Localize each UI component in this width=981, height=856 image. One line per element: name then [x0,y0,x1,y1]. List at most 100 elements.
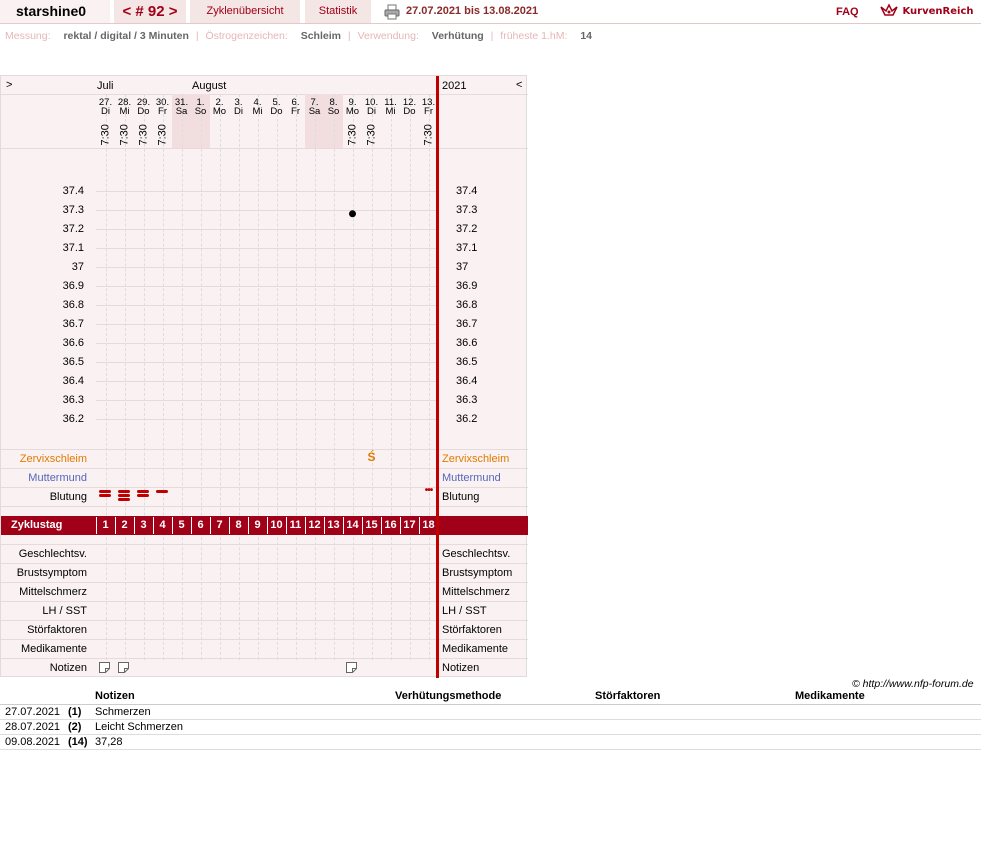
bleeding-bar [99,494,111,497]
temp-label-left: 37.1 [62,242,84,254]
nav-next-button[interactable]: < [516,79,522,91]
day-column-line [181,94,183,660]
faq-link[interactable]: FAQ [836,4,859,20]
note-icon[interactable] [99,662,110,673]
weekday-label: So [194,106,207,117]
weekday-label: Di [367,106,376,117]
day-column-line [238,94,240,660]
printer-icon[interactable] [384,4,400,20]
temp-label-right: 36.5 [456,356,478,368]
zyklustag-separator [172,517,173,534]
bleeding-bar [118,498,130,501]
lower-row-label-right: Störfaktoren [442,624,502,636]
lower-row-sep [1,601,528,602]
zyklustag-number: 8 [235,519,242,531]
temp-label-right: 36.7 [456,318,478,330]
measure-time: 7:30 [99,124,112,146]
temp-label-right: 37.4 [456,185,478,197]
tab-statistik[interactable]: Statistik [305,0,371,23]
messung-value: rektal / digital / 3 Minuten [63,30,189,42]
lower-row-sep [1,563,528,564]
weekday-label: So [327,106,340,117]
weekday-label: Sa [175,106,188,117]
weekday-label: Fr [291,106,300,117]
temp-label-left: 36.9 [62,280,84,292]
zyklustag-separator [210,517,211,534]
temp-label-left: 36.3 [62,394,84,406]
cycle-navigator[interactable]: < # 92 > [114,0,186,23]
day-column-line [352,94,354,660]
temp-gridline [96,305,438,306]
day-column-line [276,94,278,660]
temp-label-left: 36.8 [62,299,84,311]
zyklustag-separator [400,517,401,534]
blutung-label-right: Blutung [442,491,480,503]
nav-prev-button[interactable]: > [6,79,12,91]
oestrogen-value: Schleim [300,30,341,42]
messung-label: Messung: [5,30,51,42]
zervix-label-right: Zervixschleim [442,453,510,465]
zyklustag-separator [381,517,382,534]
temp-label-right: 37.3 [456,204,478,216]
temp-gridline [96,343,438,344]
day-column-line [371,94,373,660]
note-icon[interactable] [346,662,357,673]
weekday-label: Mi [385,106,396,117]
zyklustag-number: 5 [178,519,185,531]
notes-row: 27.07.2021 (1) Schmerzen [0,705,981,720]
zyklustag-number: 15 [365,519,378,531]
lower-row-sep [1,620,528,621]
bleeding-bar [137,490,149,493]
tab-zyklenuebersicht[interactable]: Zyklenübersicht [190,0,300,23]
measure-time: 7:30 [137,124,150,146]
temp-label-left: 37 [71,261,84,273]
zyklustag-separator [134,517,135,534]
temp-label-right: 37.1 [456,242,478,254]
weekday-label: Mo [345,106,360,117]
temp-label-left: 37.4 [62,185,84,197]
today-line [436,76,439,678]
zyklustag-label: Zyklustag [11,519,63,531]
lower-row-label: Mittelschmerz [19,586,87,598]
zyklustag-number: 9 [254,519,261,531]
measure-time: 7:30 [118,124,131,146]
verwendung-label: Verwendung: [357,30,419,42]
temp-gridline [96,362,438,363]
day-column-line [105,94,107,660]
temp-label-left: 36.7 [62,318,84,330]
zyklustag-separator [96,517,97,534]
bleeding-bar [156,490,168,493]
day-column-line [162,94,164,660]
measure-time: 7:30 [422,124,435,146]
weekday-label: Sa [308,106,321,117]
zyklustag-number: 11 [289,519,302,531]
weekday-label: Di [234,106,243,117]
temp-gridline [96,210,438,211]
lower-row-label-right: Medikamente [442,643,509,655]
weekday-label: Do [137,106,150,117]
blutung-label: Blutung [49,491,87,503]
logo[interactable]: KurvenReich [879,0,974,23]
day-column-line [333,94,335,660]
temp-gridline [96,248,438,249]
temp-label-right: 37 [456,261,469,273]
note-icon[interactable] [118,662,129,673]
lower-row-label: Brustsymptom [16,567,87,579]
month-august: August [192,80,227,92]
fhm-value: 14 [580,30,593,42]
zyklustag-number: 13 [327,519,340,531]
temp-gridline [96,191,438,192]
weekday-label: Do [403,106,416,117]
temp-label-right: 36.3 [456,394,478,406]
measure-time: 7:30 [156,124,169,146]
temp-label-right: 36.9 [456,280,478,292]
zyklustag-number: 10 [270,519,283,531]
weekday-label: Mi [252,106,263,117]
oestrogen-label: Östrogenzeichen: [205,30,288,42]
fhm-label: früheste 1.hM: [500,30,568,42]
notes-text: 37,28 [95,736,123,748]
day-column-line [257,94,259,660]
verwendung-value: Verhütung [431,30,484,42]
temp-gridline [96,324,438,325]
zervix-mark: Ś [367,450,376,464]
